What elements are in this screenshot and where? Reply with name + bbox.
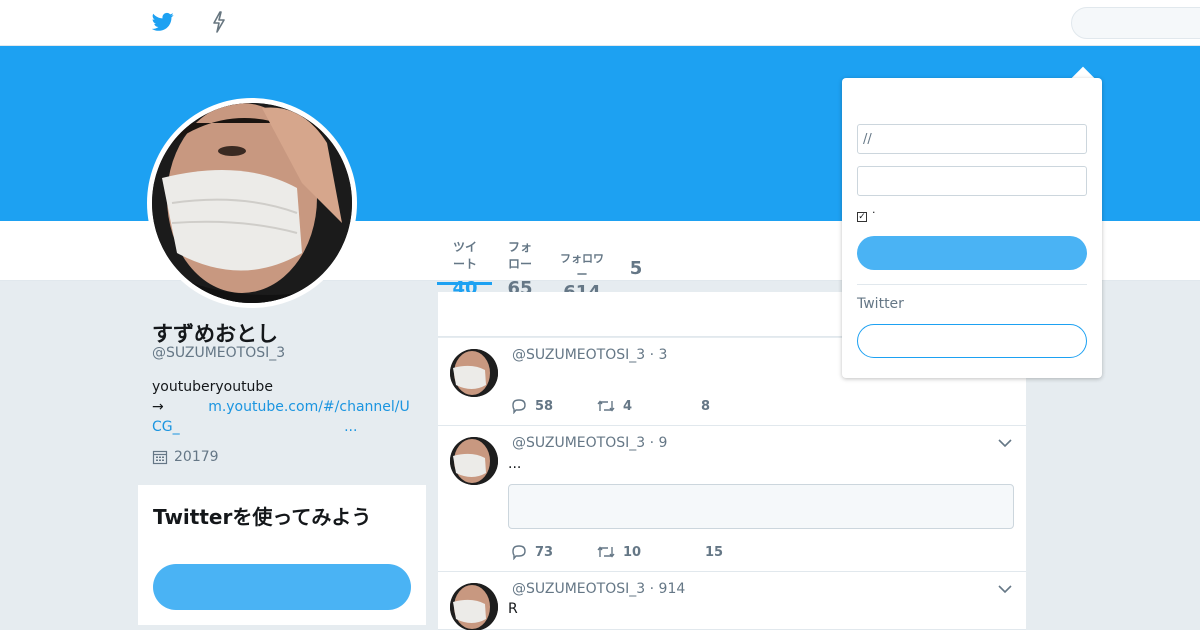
stat-likes[interactable]: 5 xyxy=(626,258,646,279)
reply-count: 73 xyxy=(535,544,554,560)
chevron-down-icon[interactable] xyxy=(998,584,1012,594)
like-count: 15 xyxy=(705,544,724,560)
profile-name: すずめおとし xyxy=(152,322,278,346)
tweet-handle[interactable]: @SUZUMEOTOSI_3 xyxy=(512,347,645,363)
tweet-text: R xyxy=(508,601,518,617)
joined-date: 20179 xyxy=(174,449,219,465)
profile-handle[interactable]: @SUZUMEOTOSI_3 xyxy=(152,345,285,361)
dropdown-signup-button[interactable] xyxy=(857,324,1087,358)
remember-checkbox[interactable]: ✓ xyxy=(857,212,867,222)
like-action[interactable]: 8 xyxy=(701,399,710,414)
search-input[interactable] xyxy=(1071,7,1200,39)
reply-action[interactable]: 58 xyxy=(511,398,597,414)
tweet-handle[interactable]: @SUZUMEOTOSI_3 xyxy=(512,581,645,597)
tweet[interactable]: @SUZUMEOTOSI_3 · 9 ... 73 10 15 xyxy=(438,426,1026,572)
bio-link[interactable]: m.youtube.com/#/channel/U xyxy=(208,399,410,415)
new-to-twitter-label: Twitter xyxy=(857,296,904,312)
bio-arrow: → xyxy=(152,399,164,415)
twitter-bird-icon[interactable] xyxy=(152,12,174,32)
stat-likes-value: 5 xyxy=(629,258,643,279)
reply-icon xyxy=(512,399,526,414)
tweet-time[interactable]: 3 xyxy=(659,347,668,363)
password-field[interactable] xyxy=(857,166,1087,196)
tweet-avatar-photo xyxy=(450,583,498,630)
profile-joined: 20179 xyxy=(152,449,219,465)
retweet-count: 4 xyxy=(623,398,633,414)
tweet-time[interactable]: 914 xyxy=(659,581,686,597)
bio-line-1: youtuberyoutube xyxy=(152,379,273,395)
signup-card: Twitterを使ってみよう xyxy=(138,485,426,625)
tweet-avatar-photo xyxy=(450,349,498,397)
like-count: 8 xyxy=(701,398,711,414)
tweet-avatar[interactable] xyxy=(450,583,498,630)
top-nav xyxy=(0,0,1200,46)
stat-tweets[interactable]: ツイート 40 xyxy=(448,238,482,299)
tweet-separator: · xyxy=(649,581,655,597)
retweet-action[interactable]: 4 xyxy=(597,399,701,414)
active-tab-underline xyxy=(437,282,492,285)
login-button[interactable] xyxy=(857,236,1087,270)
bio-link-cont[interactable]: CG_ xyxy=(152,419,180,435)
tweet-media[interactable] xyxy=(508,484,1014,529)
tweet-meta: @SUZUMEOTOSI_3 · 9 xyxy=(512,435,667,451)
tweet-avatar[interactable] xyxy=(450,437,498,485)
tweet-actions: 58 4 8 xyxy=(511,398,710,414)
tweet-avatar-photo xyxy=(450,437,498,485)
login-dropdown: ✓ · Twitter xyxy=(842,78,1102,378)
profile-bio: youtuberyoutube → m.youtube.com/#/channe… xyxy=(152,377,417,437)
dropdown-divider xyxy=(857,284,1087,285)
avatar-photo xyxy=(152,103,352,303)
bio-ellipsis[interactable]: ... xyxy=(344,419,357,435)
tweet-separator: · xyxy=(649,435,655,451)
stat-tweets-label: ツイート xyxy=(452,240,477,271)
signup-button[interactable] xyxy=(153,564,411,610)
retweet-icon xyxy=(597,546,615,558)
tweet-meta: @SUZUMEOTOSI_3 · 3 xyxy=(512,347,667,363)
bio-line-2: → m.youtube.com/#/channel/U xyxy=(152,397,417,417)
stat-followers-label: フォロワー xyxy=(560,252,604,281)
like-action[interactable]: 15 xyxy=(705,545,723,560)
signup-title: Twitterを使ってみよう xyxy=(153,505,372,529)
tweet-actions: 73 10 15 xyxy=(511,544,723,560)
stat-following[interactable]: フォロー 65 xyxy=(503,238,537,299)
username-field[interactable] xyxy=(857,124,1087,154)
tweet-text: ... xyxy=(508,456,522,472)
tweet-meta: @SUZUMEOTOSI_3 · 914 xyxy=(512,581,685,597)
calendar-icon xyxy=(152,450,168,465)
retweet-icon xyxy=(597,400,615,412)
reply-icon xyxy=(512,545,526,560)
lightning-icon[interactable] xyxy=(210,11,228,33)
tweet-separator: · xyxy=(649,347,655,363)
retweet-action[interactable]: 10 xyxy=(597,545,705,560)
tweet-avatar[interactable] xyxy=(450,349,498,397)
retweet-count: 10 xyxy=(623,544,642,560)
tweet[interactable]: @SUZUMEOTOSI_3 · 914 R xyxy=(438,572,1026,630)
stat-following-label: フォロー xyxy=(507,240,532,271)
chevron-down-icon[interactable] xyxy=(998,438,1012,448)
tweet-handle[interactable]: @SUZUMEOTOSI_3 xyxy=(512,435,645,451)
reply-action[interactable]: 73 xyxy=(511,544,597,560)
tweet-time[interactable]: 9 xyxy=(659,435,668,451)
remember-label: · xyxy=(872,206,876,219)
bio-line-3: CG_ ... xyxy=(152,417,417,437)
reply-count: 58 xyxy=(535,398,554,414)
profile-avatar[interactable] xyxy=(147,98,357,308)
